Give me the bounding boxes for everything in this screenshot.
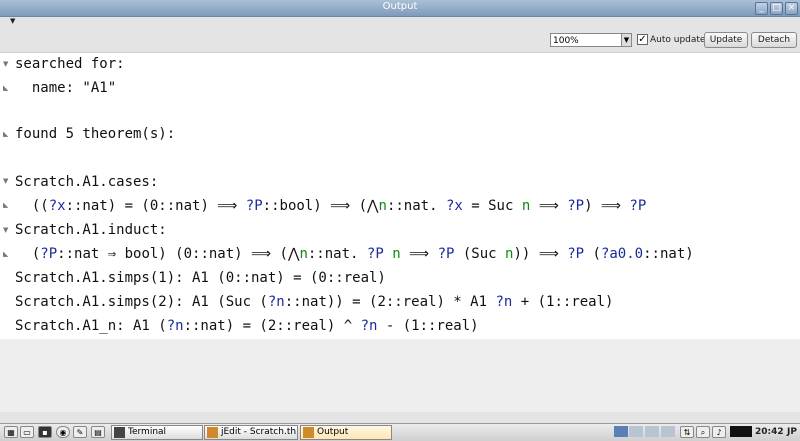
fold-open-icon[interactable]: ▼	[3, 177, 8, 185]
theorem-statement: ((?x::nat) = (0::nat) ⟹ ?P::bool) ⟹ (⋀n:…	[15, 198, 647, 214]
zoom-value: 100%	[553, 36, 579, 46]
theorem-text: + (1::real)	[512, 294, 614, 310]
window-list-icon[interactable]: ▤	[91, 426, 105, 438]
search-icon[interactable]: ⌕	[696, 426, 710, 438]
output-pane[interactable]: ▼ ◣ ◣ ▼ ◣ ▼ ◣ searched for: name: "A1" f…	[0, 52, 800, 339]
dock-menu-icon[interactable]: ▼	[10, 17, 15, 25]
theorem-text: - (1::real)	[377, 318, 479, 334]
update-button[interactable]: Update	[704, 32, 748, 48]
schematic-var: ?n	[360, 318, 378, 334]
task-label: Output	[317, 427, 349, 437]
files-icon[interactable]: ▭	[20, 426, 34, 438]
editor-icon[interactable]: ✎	[73, 426, 87, 438]
taskbar-terminal[interactable]: Terminal	[111, 425, 203, 440]
fold-end-icon: ◣	[3, 84, 9, 92]
fold-end-icon: ◣	[3, 130, 9, 138]
keyboard-layout[interactable]: JP	[787, 425, 797, 439]
fold-gutter: ▼ ◣ ◣ ▼ ◣ ▼ ◣	[0, 53, 14, 339]
auto-update-checkbox[interactable]: ✓	[637, 34, 648, 45]
workspace-1[interactable]	[614, 426, 628, 437]
theorem-text: ::nat)) = (2::real) * A1	[284, 294, 496, 310]
chevron-down-icon[interactable]: ▼	[621, 34, 631, 46]
theorem-statement: (?P::nat ⇒ bool) (0::nat) ⟹ (⋀n::nat. ?P…	[15, 246, 694, 262]
theorem-text: ::nat) = (2::real) ^	[183, 318, 361, 334]
close-icon[interactable]: ×	[785, 2, 798, 15]
theorem-line: Scratch.A1_n: A1 (?n::nat) = (2::real) ^…	[15, 315, 479, 337]
theorem-name: Scratch.A1.cases:	[15, 174, 159, 190]
volume-icon[interactable]: ♪	[712, 426, 726, 438]
theorem-name: Scratch.A1.induct:	[15, 222, 167, 238]
jedit-icon	[303, 427, 314, 438]
auto-update-label: Auto update	[650, 35, 706, 45]
output-line: name: "A1"	[15, 80, 117, 96]
window-title: Output	[382, 1, 418, 12]
fold-end-icon: ◣	[3, 201, 9, 209]
schematic-var: ?n	[495, 294, 513, 310]
theorem-text: Scratch.A1.simps(2): A1 (Suc (	[15, 294, 268, 310]
taskbar-output[interactable]: Output	[300, 425, 392, 440]
fold-open-icon[interactable]: ▼	[3, 226, 8, 234]
fold-open-icon[interactable]: ▼	[3, 60, 8, 68]
zoom-select[interactable]: 100% ▼	[550, 33, 632, 47]
workspace-2[interactable]	[629, 426, 643, 437]
maximize-icon[interactable]: □	[770, 2, 783, 15]
terminal-icon	[114, 427, 125, 438]
clock[interactable]: 20:42	[755, 425, 784, 439]
theorem-line: Scratch.A1.simps(2): A1 (Suc (?n::nat)) …	[15, 291, 613, 313]
output-line: found 5 theorem(s):	[15, 126, 176, 142]
detach-button[interactable]: Detach	[751, 32, 797, 48]
schematic-var: ?n	[267, 294, 285, 310]
output-line: searched for:	[15, 56, 125, 72]
empty-area	[0, 339, 800, 412]
network-icon[interactable]: ⇅	[680, 426, 694, 438]
terminal-launcher-icon[interactable]: ▪	[38, 426, 52, 438]
fold-end-icon: ◣	[3, 250, 9, 258]
minimize-icon[interactable]: _	[755, 2, 768, 15]
theorem-line: Scratch.A1.simps(1): A1 (0::nat) = (0::r…	[15, 270, 386, 286]
taskbar-jedit[interactable]: jEdit - Scratch.th…	[204, 425, 298, 440]
workspace-4[interactable]	[661, 426, 675, 437]
schematic-var: ?n	[166, 318, 184, 334]
app-menu-icon[interactable]: ▦	[4, 426, 18, 438]
theorem-text: Scratch.A1_n: A1 (	[15, 318, 167, 334]
browser-icon[interactable]: ◉	[56, 426, 70, 438]
title-bar: Output _ □ ×	[0, 0, 800, 17]
task-label: jEdit - Scratch.th…	[221, 427, 298, 437]
cpu-monitor	[730, 426, 752, 437]
jedit-icon	[207, 427, 218, 438]
workspace-3[interactable]	[645, 426, 659, 437]
task-label: Terminal	[128, 427, 167, 437]
